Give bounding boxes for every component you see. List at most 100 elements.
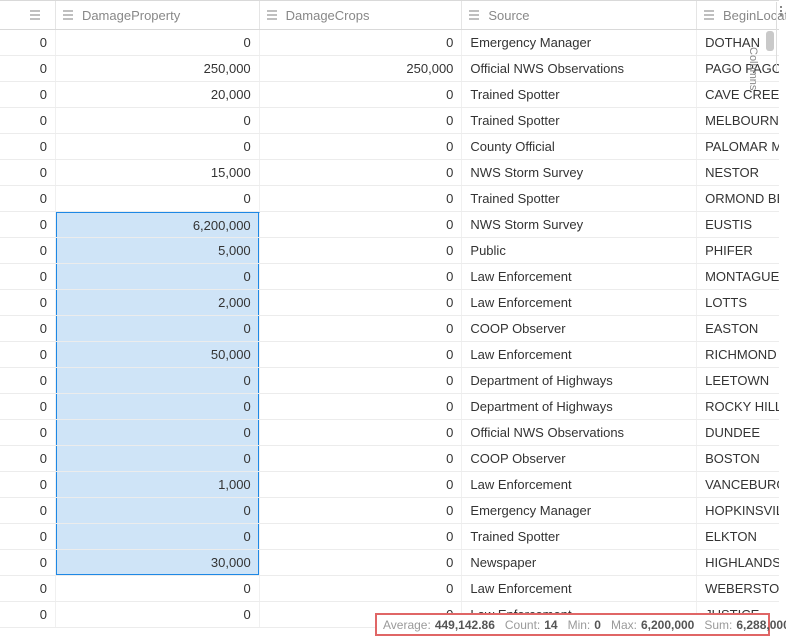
- cell[interactable]: ORMOND BEACH: [697, 186, 779, 211]
- cell[interactable]: 0: [56, 498, 260, 523]
- cell[interactable]: NESTOR: [697, 160, 779, 185]
- cell[interactable]: Law Enforcement: [462, 472, 697, 497]
- cell[interactable]: 0: [260, 212, 463, 237]
- table-row[interactable]: 000Law EnforcementMONTAGUE: [0, 264, 779, 290]
- cell[interactable]: 0: [0, 550, 56, 575]
- cell[interactable]: 0: [0, 30, 56, 55]
- cell[interactable]: 0: [0, 264, 56, 289]
- columns-side-panel-tab[interactable]: Columns: [776, 2, 786, 72]
- cell[interactable]: COOP Observer: [462, 316, 697, 341]
- cell[interactable]: 0: [0, 498, 56, 523]
- cell[interactable]: 0: [260, 368, 463, 393]
- cell[interactable]: 6,200,000: [56, 212, 260, 237]
- cell[interactable]: 0: [260, 446, 463, 471]
- cell[interactable]: 0: [56, 576, 260, 601]
- cell[interactable]: 0: [56, 134, 260, 159]
- cell[interactable]: 0: [56, 420, 260, 445]
- cell[interactable]: HOPKINSVILLE A: [697, 498, 779, 523]
- menu-icon[interactable]: [62, 9, 74, 21]
- cell[interactable]: 0: [0, 524, 56, 549]
- cell[interactable]: NWS Storm Survey: [462, 160, 697, 185]
- cell[interactable]: 0: [0, 134, 56, 159]
- cell[interactable]: 0: [0, 394, 56, 419]
- cell[interactable]: 0: [260, 30, 463, 55]
- cell[interactable]: Trained Spotter: [462, 524, 697, 549]
- menu-icon[interactable]: [266, 9, 278, 21]
- cell[interactable]: 0: [260, 160, 463, 185]
- cell[interactable]: 0: [56, 186, 260, 211]
- table-row[interactable]: 0250,000250,000Official NWS Observations…: [0, 56, 779, 82]
- table-row[interactable]: 030,0000NewspaperHIGHLANDS: [0, 550, 779, 576]
- menu-icon[interactable]: [703, 9, 715, 21]
- menu-icon[interactable]: [468, 9, 480, 21]
- table-row[interactable]: 000Trained SpotterORMOND BEACH: [0, 186, 779, 212]
- cell[interactable]: 0: [260, 290, 463, 315]
- cell[interactable]: 0: [0, 212, 56, 237]
- cell[interactable]: 0: [260, 342, 463, 367]
- cell[interactable]: Emergency Manager: [462, 498, 697, 523]
- column-header-source[interactable]: Source: [462, 1, 697, 29]
- cell[interactable]: VANCEBURG: [697, 472, 779, 497]
- cell[interactable]: Law Enforcement: [462, 290, 697, 315]
- cell[interactable]: ROCKY HILL: [697, 394, 779, 419]
- cell[interactable]: HIGHLANDS: [697, 550, 779, 575]
- cell[interactable]: 15,000: [56, 160, 260, 185]
- cell[interactable]: EUSTIS: [697, 212, 779, 237]
- menu-icon[interactable]: [29, 9, 41, 21]
- cell[interactable]: 0: [0, 472, 56, 497]
- cell[interactable]: 0: [0, 108, 56, 133]
- cell[interactable]: 0: [0, 82, 56, 107]
- cell[interactable]: DUNDEE: [697, 420, 779, 445]
- cell[interactable]: 0: [56, 446, 260, 471]
- cell[interactable]: 0: [0, 368, 56, 393]
- cell[interactable]: 0: [0, 290, 56, 315]
- cell[interactable]: 250,000: [260, 56, 463, 81]
- cell[interactable]: 0: [260, 134, 463, 159]
- cell[interactable]: 0: [56, 368, 260, 393]
- cell[interactable]: 0: [0, 316, 56, 341]
- cell[interactable]: 0: [260, 238, 463, 263]
- table-row[interactable]: 000Department of HighwaysROCKY HILL: [0, 394, 779, 420]
- cell[interactable]: 0: [260, 420, 463, 445]
- cell[interactable]: 0: [0, 602, 56, 627]
- table-row[interactable]: 02,0000Law EnforcementLOTTS: [0, 290, 779, 316]
- cell[interactable]: 0: [56, 524, 260, 549]
- table-row[interactable]: 050,0000Law EnforcementRICHMOND: [0, 342, 779, 368]
- table-row[interactable]: 020,0000Trained SpotterCAVE CREEK: [0, 82, 779, 108]
- cell[interactable]: 0: [0, 342, 56, 367]
- cell[interactable]: 0: [260, 576, 463, 601]
- table-row[interactable]: 000County OfficialPALOMAR MTN: [0, 134, 779, 160]
- cell[interactable]: 20,000: [56, 82, 260, 107]
- cell[interactable]: NWS Storm Survey: [462, 212, 697, 237]
- cell[interactable]: 0: [0, 56, 56, 81]
- column-header-damage-property[interactable]: DamageProperty: [56, 1, 260, 29]
- cell[interactable]: 0: [260, 316, 463, 341]
- column-header-begin-location[interactable]: BeginLocation: [697, 1, 779, 29]
- table-row[interactable]: 000Official NWS ObservationsDUNDEE: [0, 420, 779, 446]
- cell[interactable]: PHIFER: [697, 238, 779, 263]
- cell[interactable]: ELKTON: [697, 524, 779, 549]
- cell[interactable]: LEETOWN: [697, 368, 779, 393]
- cell[interactable]: CAVE CREEK: [697, 82, 779, 107]
- cell[interactable]: 0: [260, 498, 463, 523]
- cell[interactable]: Law Enforcement: [462, 264, 697, 289]
- cell[interactable]: 0: [0, 186, 56, 211]
- cell[interactable]: Law Enforcement: [462, 576, 697, 601]
- cell[interactable]: 0: [56, 264, 260, 289]
- cell[interactable]: Official NWS Observations: [462, 56, 697, 81]
- cell[interactable]: Newspaper: [462, 550, 697, 575]
- cell[interactable]: County Official: [462, 134, 697, 159]
- cell[interactable]: LOTTS: [697, 290, 779, 315]
- cell[interactable]: 0: [260, 82, 463, 107]
- cell[interactable]: 50,000: [56, 342, 260, 367]
- cell[interactable]: 0: [260, 524, 463, 549]
- cell[interactable]: WEBERSTOWN: [697, 576, 779, 601]
- cell[interactable]: 5,000: [56, 238, 260, 263]
- cell[interactable]: MONTAGUE: [697, 264, 779, 289]
- table-row[interactable]: 06,200,0000NWS Storm SurveyEUSTIS: [0, 212, 779, 238]
- cell[interactable]: COOP Observer: [462, 446, 697, 471]
- cell[interactable]: 0: [0, 238, 56, 263]
- cell[interactable]: 0: [0, 420, 56, 445]
- cell[interactable]: Department of Highways: [462, 368, 697, 393]
- table-row[interactable]: 015,0000NWS Storm SurveyNESTOR: [0, 160, 779, 186]
